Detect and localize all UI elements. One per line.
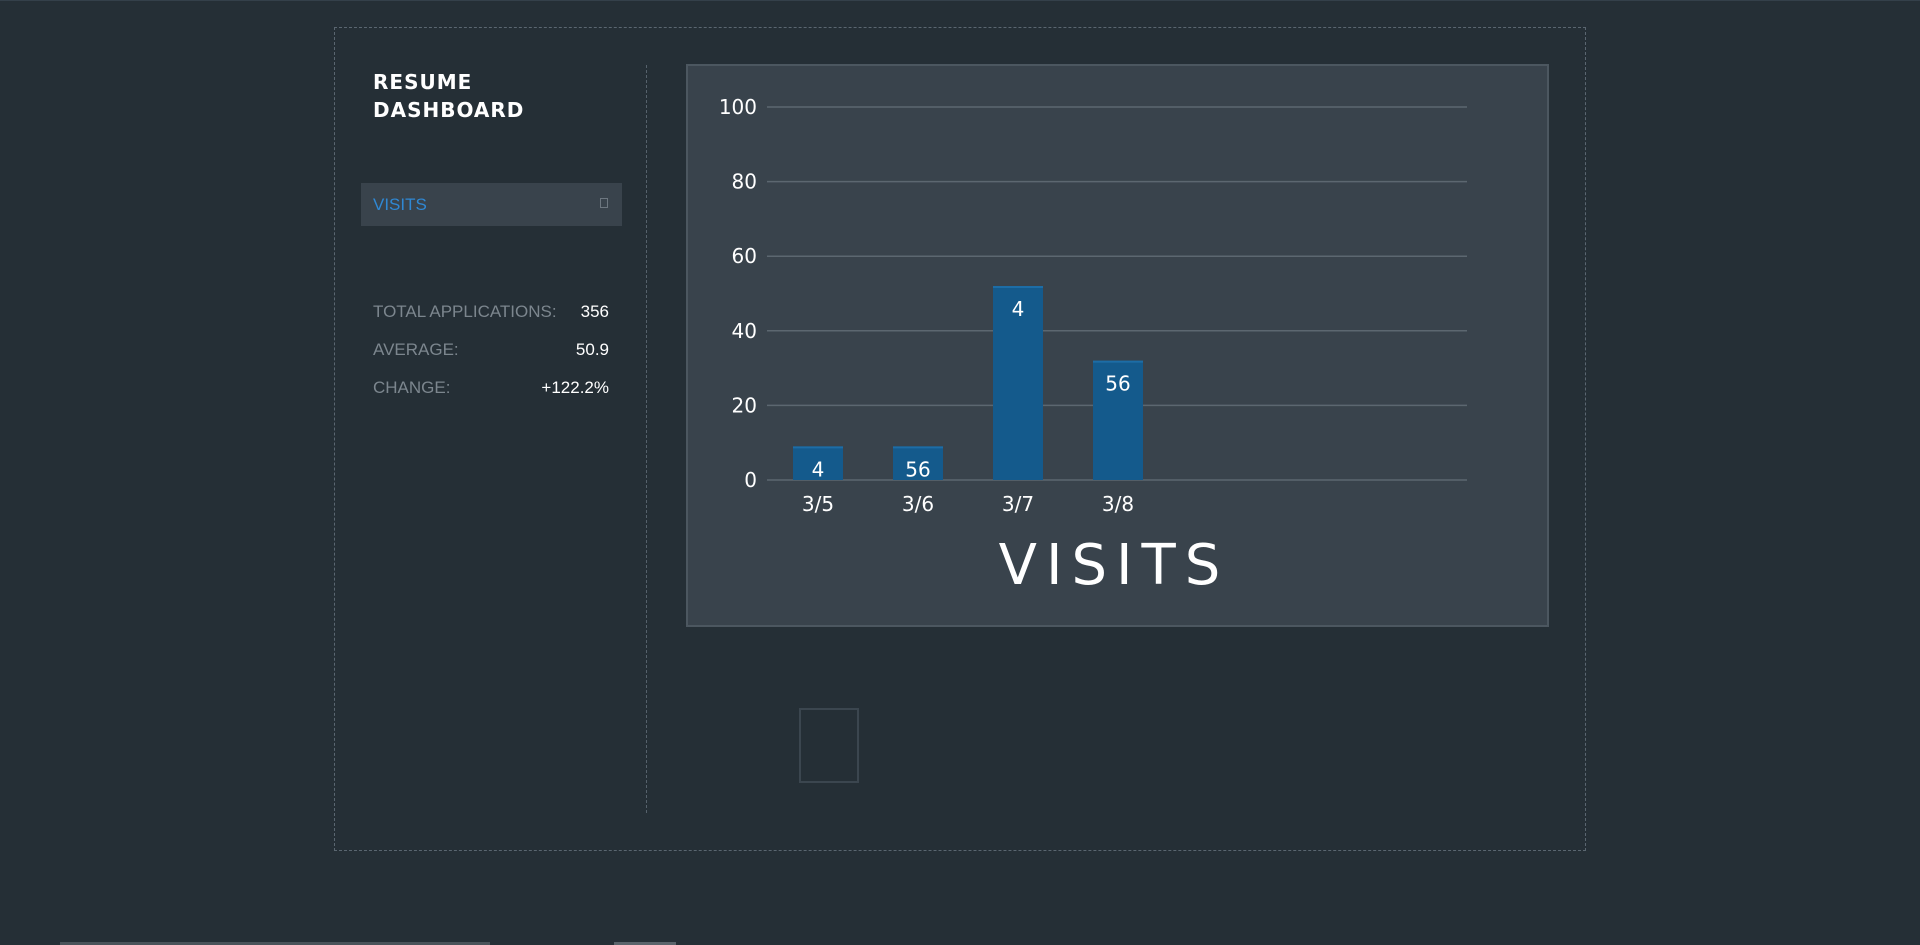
chart-title: VISITS: [999, 533, 1230, 598]
dashboard-frame: RESUME DASHBOARD VISITS TOTAL APPLICATIO…: [334, 27, 1586, 851]
y-tick-label: 20: [732, 393, 757, 417]
bar-data-label: 4: [1012, 297, 1025, 321]
visits-chart-panel: 0 20 40 60 80 100 4 3/5 56 3/6 4 3/7 56 3/8 VISITS: [686, 64, 1549, 627]
x-tick-label: 3/8: [1102, 492, 1134, 516]
stat-value: 356: [580, 302, 609, 321]
stat-change: CHANGE: +122.2%: [373, 377, 609, 415]
sidebar: RESUME DASHBOARD VISITS TOTAL APPLICATIO…: [335, 28, 647, 850]
stat-average: AVERAGE: 50.9: [373, 339, 609, 377]
y-tick-label: 0: [744, 468, 757, 492]
square-icon: [600, 198, 608, 208]
x-tick-label: 3/6: [902, 492, 934, 516]
visits-bar-chart: 0 20 40 60 80 100 4 3/5 56 3/6 4 3/7 56 3/8 VISITS: [719, 95, 1467, 598]
y-tick-label: 100: [719, 95, 757, 119]
y-tick-label: 60: [732, 244, 757, 268]
stat-label: CHANGE:: [373, 378, 451, 397]
y-tick-label: 40: [732, 319, 757, 343]
bar-data-label: 4: [812, 457, 825, 481]
stat-label: TOTAL APPLICATIONS:: [373, 302, 557, 321]
sidebar-item-visits[interactable]: VISITS: [361, 183, 622, 226]
stat-total-applications: TOTAL APPLICATIONS: 356: [373, 301, 609, 339]
stat-value: 50.9: [575, 340, 609, 359]
stats-list: TOTAL APPLICATIONS: 356 AVERAGE: 50.9 CH…: [373, 301, 609, 415]
dashboard-title: RESUME DASHBOARD: [373, 70, 525, 122]
empty-placeholder-box: [799, 708, 859, 783]
sidebar-item-label: VISITS: [373, 195, 427, 214]
x-tick-label: 3/7: [1002, 492, 1034, 516]
x-tick-label: 3/5: [802, 492, 834, 516]
bar-data-label: 56: [905, 457, 930, 481]
stat-label: AVERAGE:: [373, 340, 459, 359]
y-tick-label: 80: [732, 170, 757, 194]
bar-data-label: 56: [1105, 372, 1130, 396]
sidebar-divider: [646, 65, 647, 813]
stat-value: +122.2%: [541, 378, 609, 397]
page-background: RESUME DASHBOARD VISITS TOTAL APPLICATIO…: [0, 0, 1920, 945]
